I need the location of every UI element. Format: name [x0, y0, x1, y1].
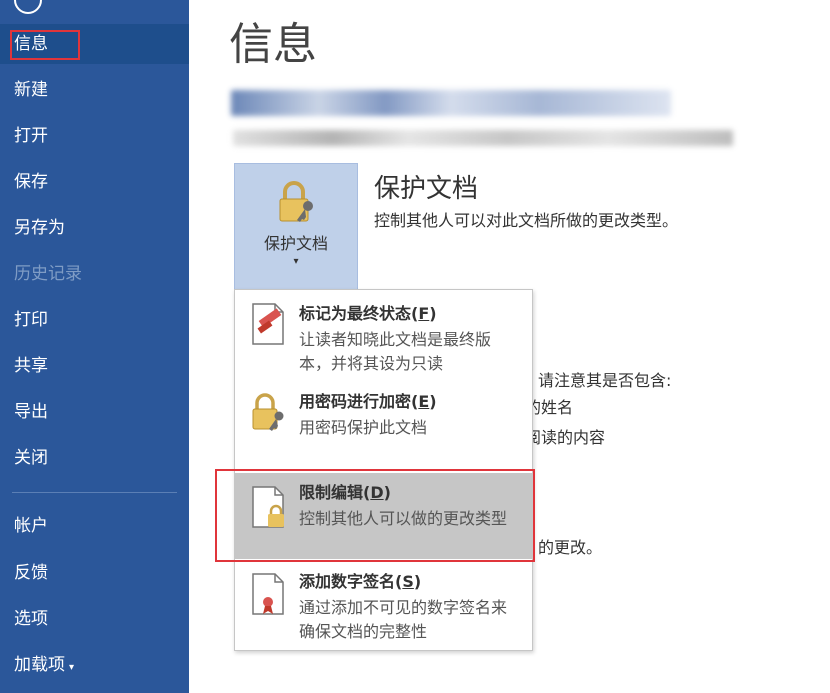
protect-document-label: 保护文档 — [263, 234, 328, 253]
lock-key-icon — [279, 181, 313, 222]
sidebar-item-label: 打印 — [14, 310, 48, 330]
sidebar-item-label: 加载项 — [14, 655, 65, 675]
chevron-down-icon: ▾ — [69, 662, 75, 673]
sidebar-item-export[interactable]: 导出 — [0, 392, 189, 432]
backstage-sidebar: 信息 新建 打开 保存 另存为 历史记录 打印 共享 导出 关闭 帐户 反馈 选… — [0, 0, 189, 693]
sidebar-item-label: 新建 — [14, 80, 48, 100]
sidebar-item-options[interactable]: 选项 — [0, 599, 189, 639]
sidebar-item-label: 帐户 — [14, 516, 48, 536]
menu-item-description: 控制其他人可以做的更改类型 — [299, 509, 508, 528]
menu-item-encrypt-with-password[interactable]: 用密码进行加密(E) 用密码保护此文档 — [235, 378, 532, 466]
back-arrow-button[interactable] — [14, 0, 42, 14]
lock-key-icon — [252, 393, 284, 431]
sidebar-item-label: 反馈 — [14, 563, 48, 583]
sidebar-item-label: 选项 — [14, 609, 48, 629]
menu-item-mark-as-final[interactable]: 标记为最终状态(F) 让读者知晓此文档是最终版本，并将其设为只读 — [235, 290, 532, 378]
restrict-editing-icon — [252, 486, 284, 528]
inspect-content-text: 阅读的内容 — [525, 428, 606, 447]
redacted-document-path — [233, 130, 733, 146]
menu-item-description: 通过添加不可见的数字签名来确保文档的完整性 — [299, 598, 508, 641]
redacted-document-title — [231, 90, 671, 116]
sidebar-item-label: 关闭 — [14, 448, 48, 468]
protect-document-menu: 标记为最终状态(F) 让读者知晓此文档是最终版本，并将其设为只读 用密码进行加密… — [234, 289, 533, 651]
sidebar-item-label: 另存为 — [14, 218, 65, 238]
sidebar-item-save-as[interactable]: 另存为 — [0, 208, 189, 248]
sidebar-item-label: 保存 — [14, 172, 48, 192]
sidebar-item-label: 打开 — [14, 126, 48, 146]
chevron-down-icon: ▾ — [293, 256, 299, 267]
mark-final-icon — [252, 303, 284, 345]
menu-item-add-digital-signature[interactable]: 添加数字签名(S) 通过添加不可见的数字签名来确保文档的完整性 — [235, 562, 532, 650]
sidebar-item-new[interactable]: 新建 — [0, 70, 189, 110]
inspect-text: 请注意其是否包含: — [538, 371, 672, 390]
menu-item-title: 标记为最终状态(F) — [299, 304, 437, 323]
sidebar-item-close[interactable]: 关闭 — [0, 438, 189, 478]
sidebar-item-info[interactable]: 信息 — [0, 24, 189, 64]
menu-item-title: 限制编辑(D) — [299, 483, 391, 502]
page-title: 信息 — [229, 19, 317, 70]
menu-item-description: 让读者知晓此文档是最终版本，并将其设为只读 — [299, 330, 492, 373]
sidebar-item-save[interactable]: 保存 — [0, 162, 189, 202]
certificate-icon — [252, 573, 284, 615]
protect-document-heading: 保护文档 — [374, 174, 479, 204]
sidebar-item-label: 共享 — [14, 356, 48, 376]
sidebar-item-feedback[interactable]: 反馈 — [0, 553, 189, 593]
sidebar-item-history: 历史记录 — [0, 254, 189, 294]
sidebar-item-share[interactable]: 共享 — [0, 346, 189, 386]
menu-item-title: 添加数字签名(S) — [299, 572, 422, 591]
protect-document-button[interactable]: 保护文档 ▾ — [234, 163, 358, 290]
menu-item-restrict-editing[interactable]: 限制编辑(D) 控制其他人可以做的更改类型 — [235, 473, 532, 559]
sidebar-item-account[interactable]: 帐户 — [0, 506, 189, 546]
protect-document-description: 控制其他人可以对此文档所做的更改类型。 — [374, 211, 679, 230]
sidebar-item-addins[interactable]: 加载项 ▾ — [0, 645, 189, 685]
sidebar-item-label: 历史记录 — [14, 264, 82, 284]
info-pane: 信息 保护文档 ▾ 保护文档 控制其他人可以对此文档所做的更改类型。 请注意其是… — [189, 0, 830, 693]
sidebar-item-label: 导出 — [14, 402, 48, 422]
menu-item-title: 用密码进行加密(E) — [299, 392, 437, 411]
menu-item-description: 用密码保护此文档 — [299, 418, 428, 437]
sidebar-divider — [12, 492, 177, 493]
sidebar-item-label: 信息 — [14, 34, 48, 54]
versions-text: 的更改。 — [538, 538, 603, 557]
sidebar-item-open[interactable]: 打开 — [0, 116, 189, 156]
sidebar-item-print[interactable]: 打印 — [0, 300, 189, 340]
